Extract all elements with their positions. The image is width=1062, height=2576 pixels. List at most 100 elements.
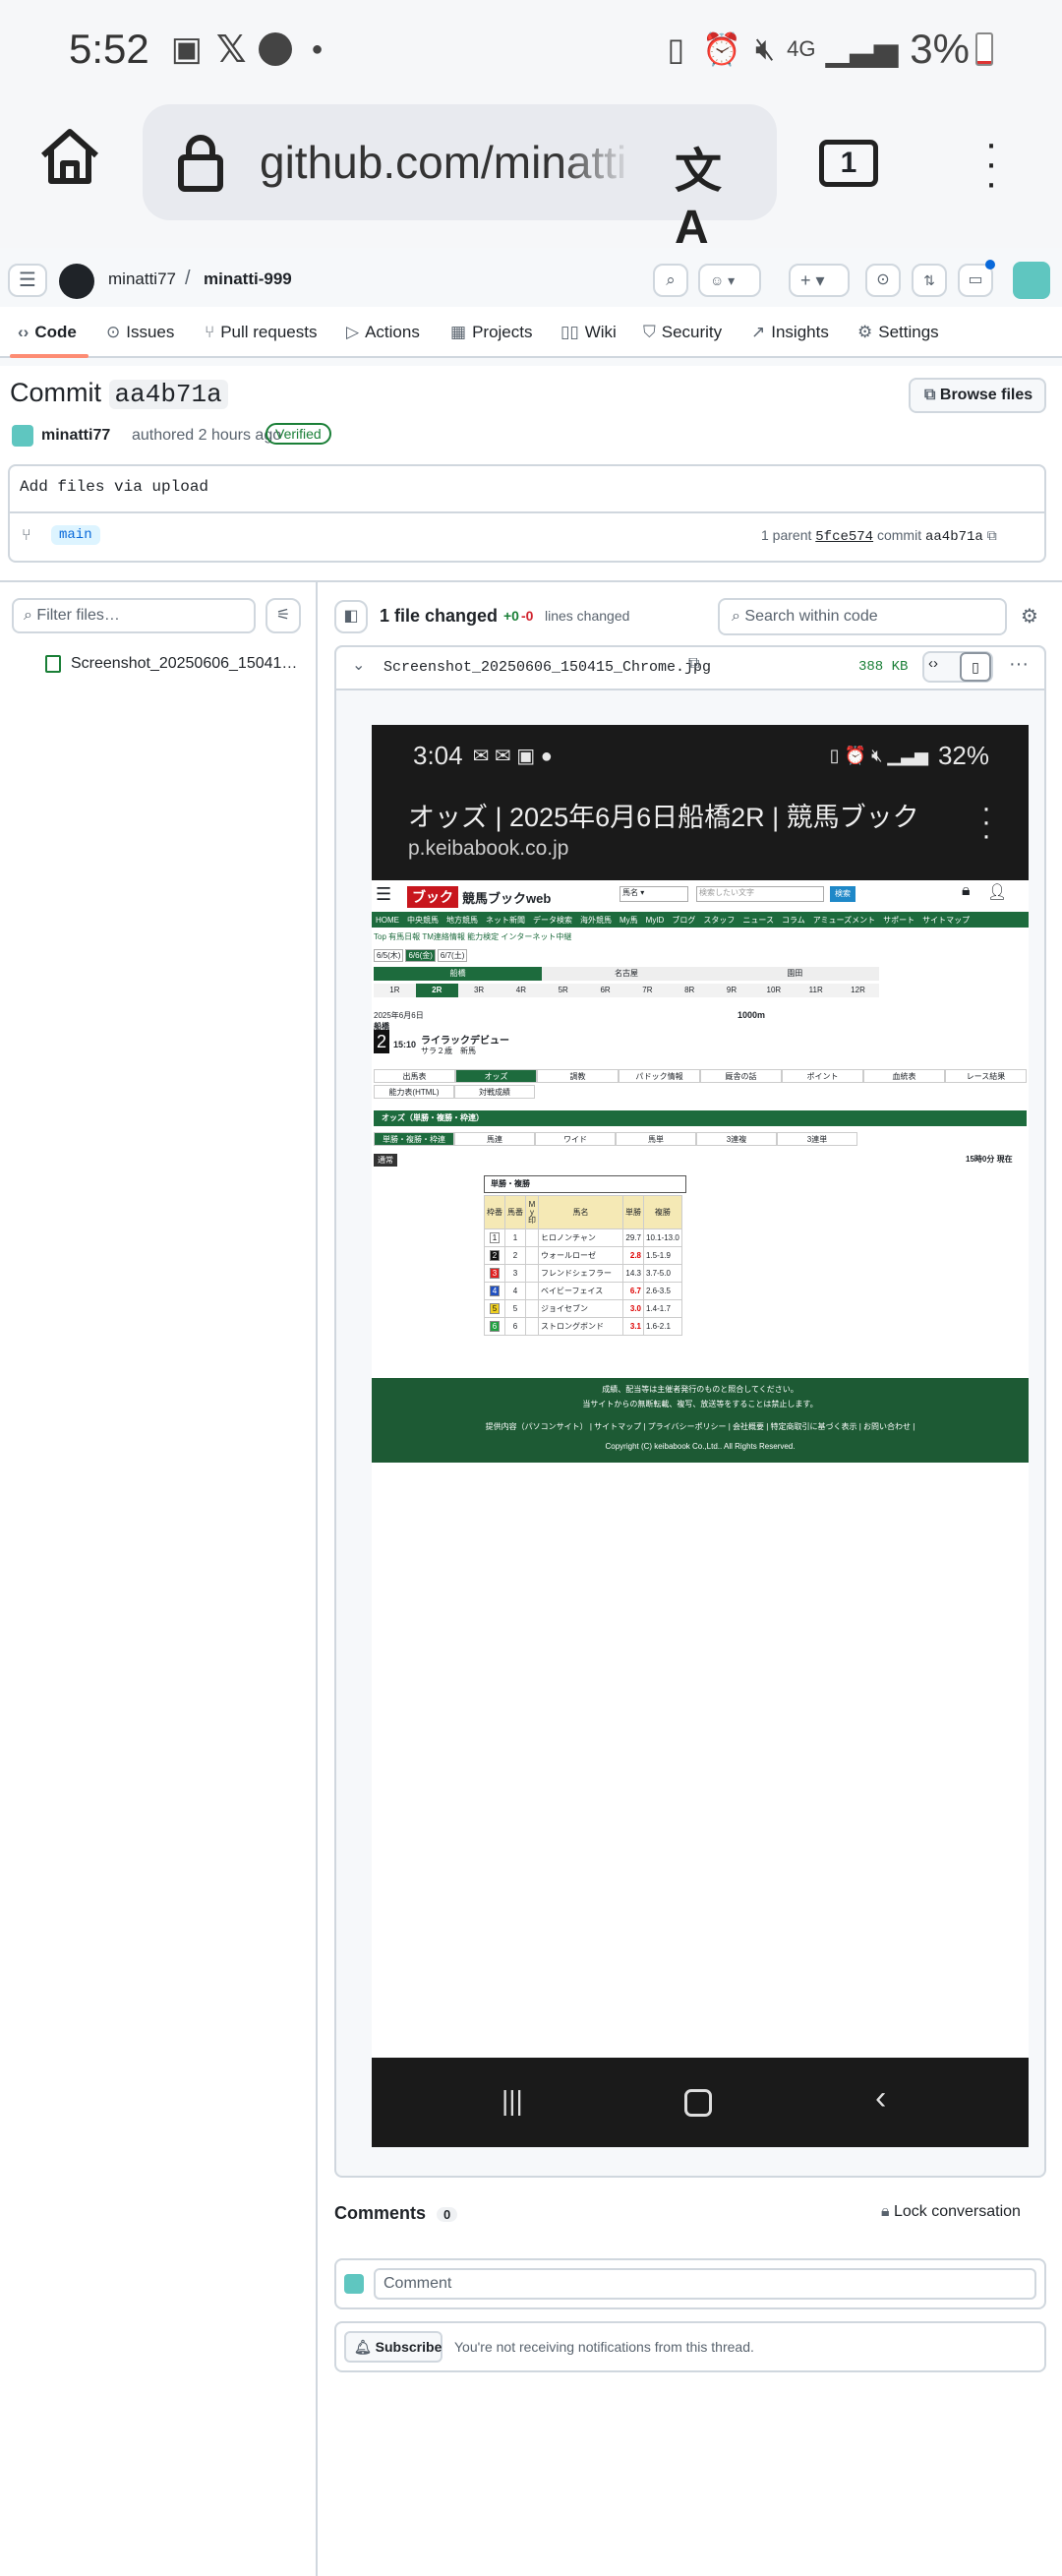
- lock-icon[interactable]: [173, 132, 228, 193]
- odds-header-cell: 単勝: [622, 1195, 644, 1229]
- footer-line-2: 当サイトからの無断転載、複写、放送等をすることは禁止します。: [582, 1400, 818, 1408]
- date-tab: 6/7(土): [437, 949, 468, 962]
- translate-icon[interactable]: 文A: [675, 132, 738, 254]
- copy-path-icon[interactable]: ⧉: [688, 655, 699, 673]
- tab-switcher-button[interactable]: 1: [819, 140, 878, 187]
- back-icon: ‹: [875, 2079, 887, 2117]
- section-divider: [0, 580, 1062, 582]
- tab-issues[interactable]: ⊙ Issues: [106, 307, 174, 358]
- waku-badge: 5: [490, 1303, 500, 1314]
- odds-heading: オッズ（単勝・複勝・枠連）: [374, 1110, 1027, 1126]
- file-view-icon[interactable]: ▯: [960, 652, 991, 682]
- file-added-icon: [45, 655, 61, 673]
- diff-settings-icon[interactable]: ⚙: [1021, 604, 1038, 629]
- comment-input[interactable]: Comment: [374, 2268, 1036, 2300]
- branch-label[interactable]: main: [51, 525, 100, 545]
- battery-percent: 3%: [910, 26, 970, 72]
- home-icon[interactable]: [35, 122, 104, 191]
- toggle-sidebar-button[interactable]: ◧: [334, 600, 368, 633]
- race-tab: 6R: [584, 984, 626, 997]
- pull-requests-button[interactable]: ⇅: [912, 264, 947, 297]
- author-avatar[interactable]: [12, 425, 33, 447]
- search-button[interactable]: ⌕: [653, 264, 688, 297]
- commit-title: Commit aa4b71a: [10, 378, 228, 409]
- inner-status-bar: 3:04 ✉ ✉ ▣ ● ▯ ⏰ 🔇︎ ▁▃▅ 32%: [372, 725, 1029, 786]
- tab-label: Wiki: [584, 323, 617, 341]
- tab-actions[interactable]: ▷ Actions: [346, 307, 420, 358]
- race-subtab: 対戦成績: [454, 1085, 535, 1099]
- filter-options-button[interactable]: ⚟: [266, 598, 301, 633]
- horse-name-cell: ストロングボンド: [538, 1317, 623, 1336]
- lines-changed-label: lines changed: [545, 608, 630, 624]
- odds-header-cell: M y 印: [525, 1195, 539, 1229]
- tab-settings[interactable]: ⚙ Settings: [857, 307, 939, 358]
- waku-cell: 1: [484, 1228, 505, 1247]
- odds-row: 4 4 ベイビーフェイス 6.7 2.6-3.5: [484, 1282, 682, 1300]
- code-view-icon[interactable]: ‹›: [928, 655, 938, 672]
- commit-title-prefix: Commit: [10, 378, 101, 407]
- filter-placeholder: Filter files…: [36, 607, 120, 624]
- tab-wiki[interactable]: ▯▯ Wiki: [560, 307, 617, 358]
- tab-label: Settings: [878, 323, 939, 341]
- odds-row: 3 3 フレンドシェフラー 14.3 3.7-5.0: [484, 1264, 682, 1283]
- commit-authored-time: authored 2 hours ago: [132, 427, 282, 444]
- tab-insights[interactable]: ↗ Insights: [751, 307, 829, 358]
- win-odds-cell: 29.7: [622, 1228, 644, 1247]
- dot-icon: ●: [311, 37, 324, 60]
- place-odds-cell: 10.1-13.0: [643, 1228, 682, 1247]
- parent-label: 1 parent: [761, 527, 812, 543]
- date-tab: 6/5(木): [374, 949, 404, 962]
- race-info: 2025年6月6日 船橋 2 15:10 ライラックデビュー サラ２歳 新馬 1…: [374, 1010, 905, 1067]
- url-text[interactable]: github.com/minatti: [260, 136, 633, 191]
- tab-projects[interactable]: ▦ Projects: [450, 307, 532, 358]
- repo-name-link[interactable]: minatti-999: [204, 270, 292, 289]
- nav-item: 中央競馬: [407, 915, 439, 925]
- repo-owner-link[interactable]: minatti77: [108, 270, 176, 289]
- more-menu-icon[interactable]: · · ·: [981, 124, 1001, 203]
- browse-files-button[interactable]: ⧉ Browse files: [909, 378, 1046, 413]
- waku-cell: 5: [484, 1299, 505, 1318]
- odds-row: 1 1 ヒロノンチャン 29.7 10.1-13.0: [484, 1228, 682, 1247]
- inner-more-icon: · · ·: [981, 792, 991, 852]
- file-tree-item[interactable]: Screenshot_20250606_15041…: [71, 655, 297, 673]
- waku-badge: 4: [490, 1286, 500, 1296]
- hamburger-menu-button[interactable]: ☰: [8, 264, 47, 297]
- tab-security[interactable]: ⛉ Security: [643, 307, 722, 358]
- diff-file-name[interactable]: Screenshot_20250606_150415_Chrome.jpg: [384, 659, 711, 676]
- verified-badge[interactable]: Verified: [266, 423, 331, 445]
- chevron-down-icon[interactable]: ⌄: [352, 655, 365, 675]
- race-tab: 8R: [668, 984, 711, 997]
- my-mark-cell: [525, 1264, 539, 1283]
- battery-icon: [975, 32, 993, 66]
- commit-sha-full: aa4b71a: [924, 529, 983, 545]
- race-subtab: ポイント: [782, 1069, 863, 1083]
- create-new-button[interactable]: + ▾: [789, 264, 850, 297]
- tab-label: Pull requests: [220, 323, 318, 341]
- image-notification-icon: ▣: [170, 30, 203, 68]
- commit-author[interactable]: minatti77: [41, 427, 110, 445]
- nav-item: 地方競馬: [446, 915, 478, 925]
- nav-item: コラム: [781, 915, 805, 925]
- user-avatar[interactable]: [1013, 262, 1050, 299]
- kebab-menu-icon[interactable]: ···: [1009, 653, 1029, 676]
- waku-cell: 4: [484, 1282, 505, 1300]
- copy-icon[interactable]: ⧉: [987, 527, 997, 543]
- copilot-button[interactable]: ☺ ▾: [698, 264, 761, 297]
- search-within-code-input[interactable]: ⌕ Search within code: [718, 598, 1007, 635]
- issues-button[interactable]: ⊙: [865, 264, 901, 297]
- tab-code[interactable]: ‹› Code: [18, 307, 77, 358]
- pull-request-icon: ⑂: [205, 323, 215, 341]
- parent-sha-link[interactable]: 5fce574: [815, 529, 873, 545]
- odds-type-tab: ワイド: [535, 1132, 616, 1146]
- divider: [8, 511, 1046, 513]
- odds-header-cell: 複勝: [643, 1195, 682, 1229]
- lock-conversation-button[interactable]: 🔒︎ Lock conversation: [881, 2203, 1021, 2221]
- subscribe-button[interactable]: 🔔︎ Subscribe: [344, 2331, 442, 2363]
- filter-files-input[interactable]: ⌕ Filter files…: [12, 598, 256, 633]
- tab-pull-requests[interactable]: ⑂ Pull requests: [205, 307, 317, 358]
- github-logo-icon[interactable]: [59, 264, 94, 299]
- inner-select: 馬名 ▾: [620, 886, 688, 902]
- place-odds-cell: 3.7-5.0: [643, 1264, 682, 1283]
- odds-type-tab: 単勝・複勝・枠連: [374, 1132, 454, 1146]
- repo-separator: /: [185, 268, 191, 289]
